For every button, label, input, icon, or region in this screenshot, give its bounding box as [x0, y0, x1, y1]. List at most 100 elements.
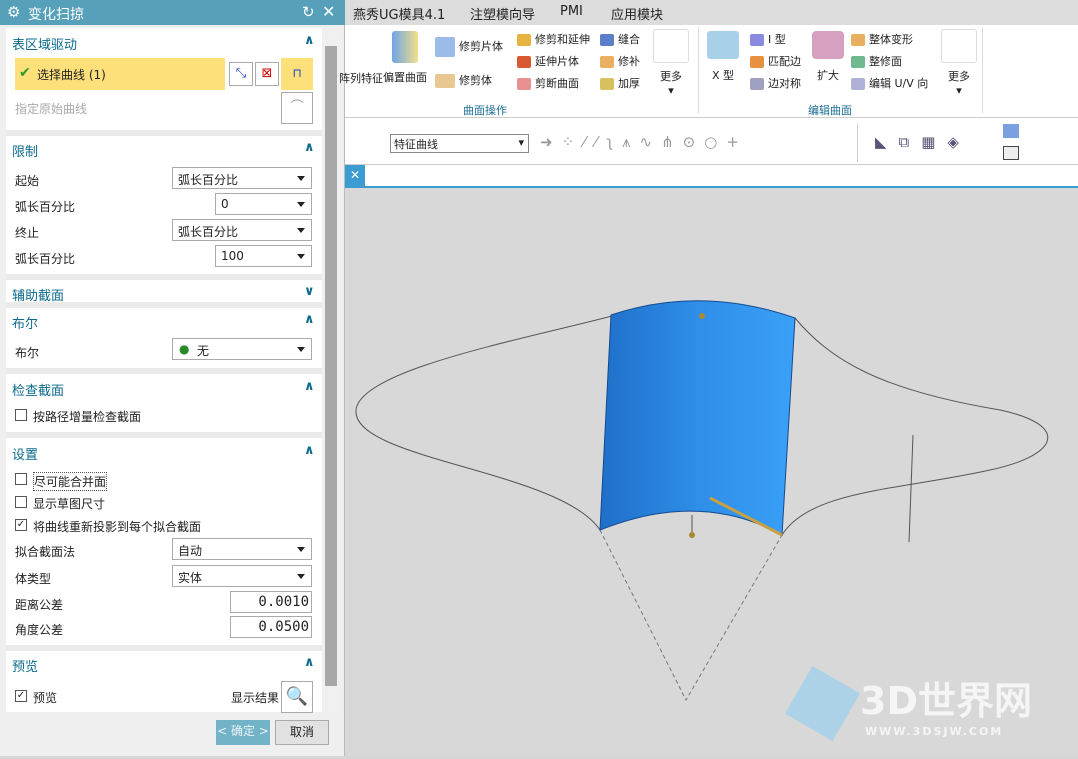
check-section-checkbox[interactable]: [15, 409, 27, 421]
start-pct-input[interactable]: 0: [215, 193, 312, 215]
divider: [982, 27, 983, 113]
section-limits-title[interactable]: 限制: [12, 141, 38, 160]
ribbon-global-shaping[interactable]: 整体变形: [851, 31, 913, 47]
angle-tolerance-input[interactable]: 0.0500: [230, 616, 312, 638]
menu-pmi[interactable]: PMI: [560, 4, 583, 19]
original-curve-button[interactable]: ⌒: [281, 92, 313, 124]
label: 偏置曲面: [383, 71, 427, 84]
graphics-viewport[interactable]: 3D世界网 WWW.3DSJW.COM: [345, 188, 1078, 756]
preview-checkbox[interactable]: ✓: [15, 690, 27, 702]
reproject-checkbox[interactable]: ✓: [15, 519, 27, 531]
section-preview-title[interactable]: 预览: [12, 656, 38, 675]
distance-tolerance-label: 距离公差: [15, 598, 64, 612]
ribbon-pattern-feature[interactable]: 阵列特征: [339, 70, 383, 86]
ribbon-thicken[interactable]: 加厚: [600, 75, 640, 91]
label: 扩大: [817, 69, 839, 82]
ok-button[interactable]: < 确定 >: [216, 720, 270, 745]
ribbon: 阵列特征 偏置曲面 修剪片体 修剪体 修剪和延伸 延伸片体 剪断曲面 缝合 修补…: [339, 25, 1078, 118]
section-drive-title[interactable]: 表区域驱动: [12, 34, 77, 53]
merge-faces-label: 尽可能合并面: [33, 472, 108, 491]
fit-method-select[interactable]: 自动: [172, 538, 312, 560]
label: 修剪体: [459, 74, 492, 87]
enlarge-icon: [812, 31, 844, 59]
curve-select-icon[interactable]: ⊓: [281, 58, 313, 90]
merge-faces-checkbox[interactable]: [15, 473, 27, 485]
ribbon-edge-symmetry[interactable]: 边对称: [750, 75, 801, 91]
close-icon[interactable]: ✕: [322, 2, 335, 21]
menu-applications[interactable]: 应用模块: [611, 4, 663, 23]
ribbon-edit-uv[interactable]: 编辑 U/V 向: [851, 75, 928, 91]
edit-uv-icon: [851, 78, 865, 90]
chevron-up-icon[interactable]: ∧: [304, 443, 315, 458]
ribbon-extend-sheet[interactable]: 延伸片体: [517, 53, 579, 69]
offset-surface-icon: [392, 31, 418, 63]
ribbon-sew[interactable]: 缝合: [600, 31, 640, 47]
label: X 型: [711, 69, 735, 82]
reverse-direction-button[interactable]: ⤡: [229, 62, 253, 86]
start-select[interactable]: 弧长百分比: [172, 167, 312, 189]
boolean-select[interactable]: ● 无: [172, 338, 312, 360]
chevron-up-icon[interactable]: ∧: [304, 312, 315, 327]
ribbon-more-1[interactable]: 更多 ▾: [653, 29, 689, 97]
ribbon-i-form[interactable]: I 型: [750, 31, 786, 47]
watermark-logo: 3D世界网 WWW.3DSJW.COM: [784, 665, 1032, 742]
show-sketch-dims-label: 显示草图尺寸: [33, 497, 106, 511]
end-pct-input[interactable]: 100: [215, 245, 312, 267]
select-curve-row[interactable]: ✔ 选择曲线 (1): [15, 58, 225, 90]
curve-rule-select[interactable]: 特征曲线 ▾: [390, 134, 529, 153]
section-settings-title[interactable]: 设置: [12, 444, 38, 463]
ribbon-trim-body[interactable]: 修剪体: [435, 72, 492, 88]
ribbon-x-form[interactable]: X 型: [705, 31, 741, 83]
close-tab-icon[interactable]: ✕: [345, 165, 365, 186]
ribbon-patch[interactable]: 修补: [600, 53, 640, 69]
body-type-select[interactable]: 实体: [172, 565, 312, 587]
ribbon-offset-surface[interactable]: 偏置曲面: [380, 31, 430, 85]
label: 边对称: [768, 77, 801, 90]
angle-tolerance-label: 角度公差: [15, 623, 64, 637]
ribbon-refit-face[interactable]: 整修面: [851, 53, 902, 69]
axis-line: [908, 434, 914, 543]
divider: [857, 124, 858, 162]
label: 整体变形: [869, 33, 913, 46]
menu-yanxiu[interactable]: 燕秀UG模具4.1: [353, 4, 445, 23]
end-select[interactable]: 弧长百分比: [172, 219, 312, 241]
global-shaping-icon: [851, 34, 865, 46]
ribbon-match-edge[interactable]: 匹配边: [750, 53, 801, 69]
chevron-down-icon[interactable]: ∨: [304, 284, 315, 299]
chevron-up-icon[interactable]: ∧: [304, 140, 315, 155]
magnifier-icon[interactable]: 🔍: [281, 681, 313, 713]
section-check-title[interactable]: 检查截面: [12, 380, 64, 399]
section-boolean-title[interactable]: 布尔: [12, 313, 38, 332]
scrollbar[interactable]: [323, 28, 339, 712]
match-edge-icon: [750, 56, 764, 68]
background-icon[interactable]: [1003, 146, 1019, 160]
scrollbar-thumb[interactable]: [325, 46, 337, 686]
chevron-up-icon[interactable]: ∧: [304, 655, 315, 670]
thicken-icon: [600, 78, 614, 90]
end-pct-label: 弧长百分比: [15, 252, 76, 266]
reset-icon[interactable]: ↻: [302, 3, 315, 21]
gear-icon[interactable]: ⚙: [7, 3, 20, 21]
cancel-button[interactable]: 取消: [275, 720, 329, 745]
show-result-label: 显示结果: [231, 691, 280, 705]
chevron-up-icon[interactable]: ∧: [304, 33, 315, 48]
reproject-label: 将曲线重新投影到每个拟合截面: [33, 520, 202, 534]
render-style-icon[interactable]: [1003, 124, 1019, 138]
view-tool-icons[interactable]: ◣⧉▦◈: [875, 133, 971, 151]
label: 整修面: [869, 55, 902, 68]
chevron-down-icon: ▾: [518, 136, 524, 149]
menu-mold-wizard[interactable]: 注塑模向导: [470, 4, 535, 23]
original-curve-label: 指定原始曲线: [15, 102, 88, 116]
start-pct-label: 弧长百分比: [15, 200, 76, 214]
ribbon-trim-sheet[interactable]: 修剪片体: [435, 37, 503, 57]
ribbon-divide-face[interactable]: 剪断曲面: [517, 75, 579, 91]
ribbon-enlarge[interactable]: 扩大: [810, 31, 846, 83]
ribbon-trim-extend[interactable]: 修剪和延伸: [517, 31, 590, 47]
snap-point-icons[interactable]: ➜⁘⁄⁄ʅ⩚∿⋔⊙○+: [540, 133, 748, 151]
ribbon-more-2[interactable]: 更多 ▾: [941, 29, 977, 97]
label: 修剪和延伸: [535, 33, 590, 46]
curve-dialog-button[interactable]: ⊠: [255, 62, 279, 86]
chevron-up-icon[interactable]: ∧: [304, 379, 315, 394]
distance-tolerance-input[interactable]: 0.0010: [230, 591, 312, 613]
show-sketch-dims-checkbox[interactable]: [15, 496, 27, 508]
